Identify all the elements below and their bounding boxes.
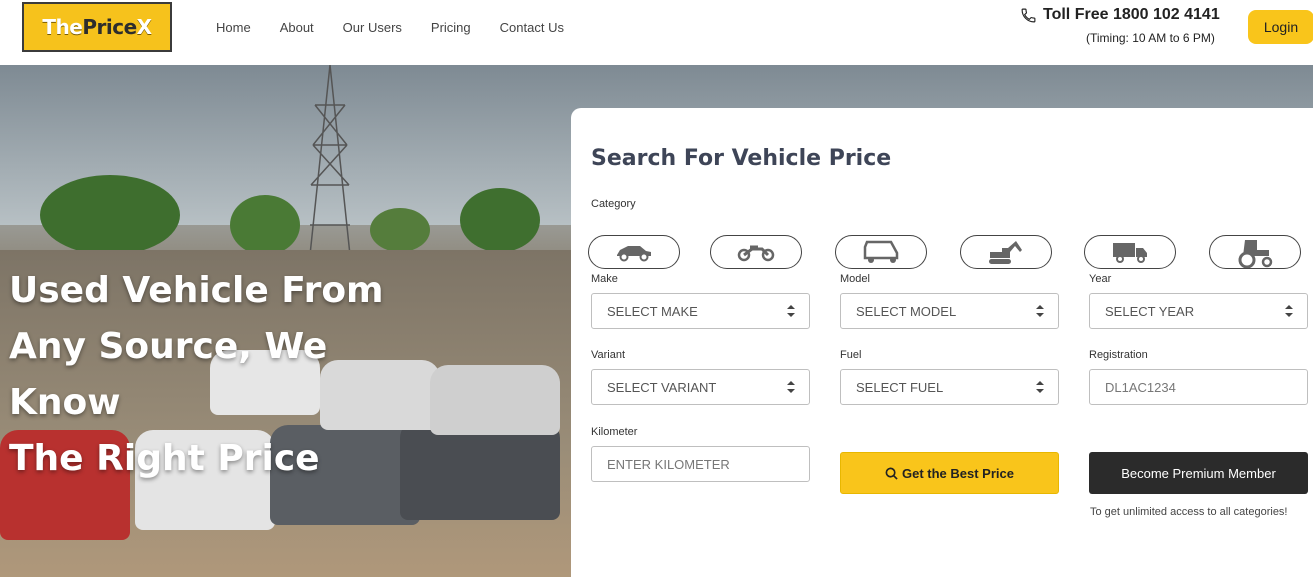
tractor-icon <box>1238 240 1273 268</box>
make-select[interactable]: SELECT MAKE <box>591 293 810 329</box>
category-car[interactable] <box>588 235 680 269</box>
fuel-select[interactable]: SELECT FUEL <box>840 369 1059 405</box>
select-arrows-icon <box>787 381 795 393</box>
search-panel: Search For Vehicle Price Category Make S… <box>571 108 1313 588</box>
site-header: ThePriceX Home About Our Users Pricing C… <box>0 0 1313 65</box>
phone-icon <box>1021 8 1036 22</box>
registration-input[interactable] <box>1105 379 1285 395</box>
get-best-price-button[interactable]: Get the Best Price <box>840 452 1059 494</box>
search-title: Search For Vehicle Price <box>591 146 892 171</box>
nav-home[interactable]: Home <box>216 20 251 35</box>
model-select[interactable]: SELECT MODEL <box>840 293 1059 329</box>
year-select[interactable]: SELECT YEAR <box>1089 293 1308 329</box>
fuel-label: Fuel <box>840 349 862 361</box>
search-icon <box>885 467 898 480</box>
car-graphic <box>430 365 560 435</box>
select-arrows-icon <box>1285 305 1293 317</box>
premium-note: To get unlimited access to all categorie… <box>1090 506 1288 518</box>
registration-label: Registration <box>1089 349 1148 361</box>
nav-contact-us[interactable]: Contact Us <box>500 20 564 35</box>
nav-about[interactable]: About <box>280 20 314 35</box>
category-truck[interactable] <box>1084 235 1176 269</box>
hero-headline: Used Vehicle From Any Source, We Know Th… <box>9 270 384 479</box>
select-arrows-icon <box>1036 305 1044 317</box>
category-construction[interactable] <box>960 235 1052 269</box>
motorcycle-icon <box>737 245 775 262</box>
category-label: Category <box>591 198 636 210</box>
kilometer-field[interactable] <box>591 446 810 482</box>
make-label: Make <box>591 273 618 285</box>
category-auto[interactable] <box>835 235 927 269</box>
year-label: Year <box>1089 273 1112 285</box>
category-bike[interactable] <box>710 235 802 269</box>
nav-our-users[interactable]: Our Users <box>343 20 402 35</box>
category-tractor[interactable] <box>1209 235 1301 269</box>
thepricex-logo[interactable]: ThePriceX <box>22 2 172 52</box>
select-arrows-icon <box>787 305 795 317</box>
kilometer-label: Kilometer <box>591 426 638 438</box>
variant-select[interactable]: SELECT VARIANT <box>591 369 810 405</box>
truck-icon <box>1113 243 1147 263</box>
timing-text: (Timing: 10 AM to 6 PM) <box>1086 31 1215 45</box>
nav-pricing[interactable]: Pricing <box>431 20 471 35</box>
model-label: Model <box>840 273 870 285</box>
toll-free-number: Toll Free 1800 102 4141 <box>1043 6 1220 23</box>
become-premium-button[interactable]: Become Premium Member <box>1089 452 1308 494</box>
car-icon <box>617 246 651 262</box>
toll-free-info: Toll Free 1800 102 4141 (Timing: 10 AM t… <box>1020 6 1220 45</box>
auto-rickshaw-icon <box>863 240 899 263</box>
login-button[interactable]: Login <box>1248 10 1313 44</box>
excavator-icon <box>989 241 1022 264</box>
main-nav: Home About Our Users Pricing Contact Us <box>216 0 593 55</box>
registration-field[interactable] <box>1089 369 1308 405</box>
kilometer-input[interactable] <box>607 456 787 472</box>
select-arrows-icon <box>1036 381 1044 393</box>
trees-graphic <box>40 175 540 250</box>
variant-label: Variant <box>591 349 626 361</box>
